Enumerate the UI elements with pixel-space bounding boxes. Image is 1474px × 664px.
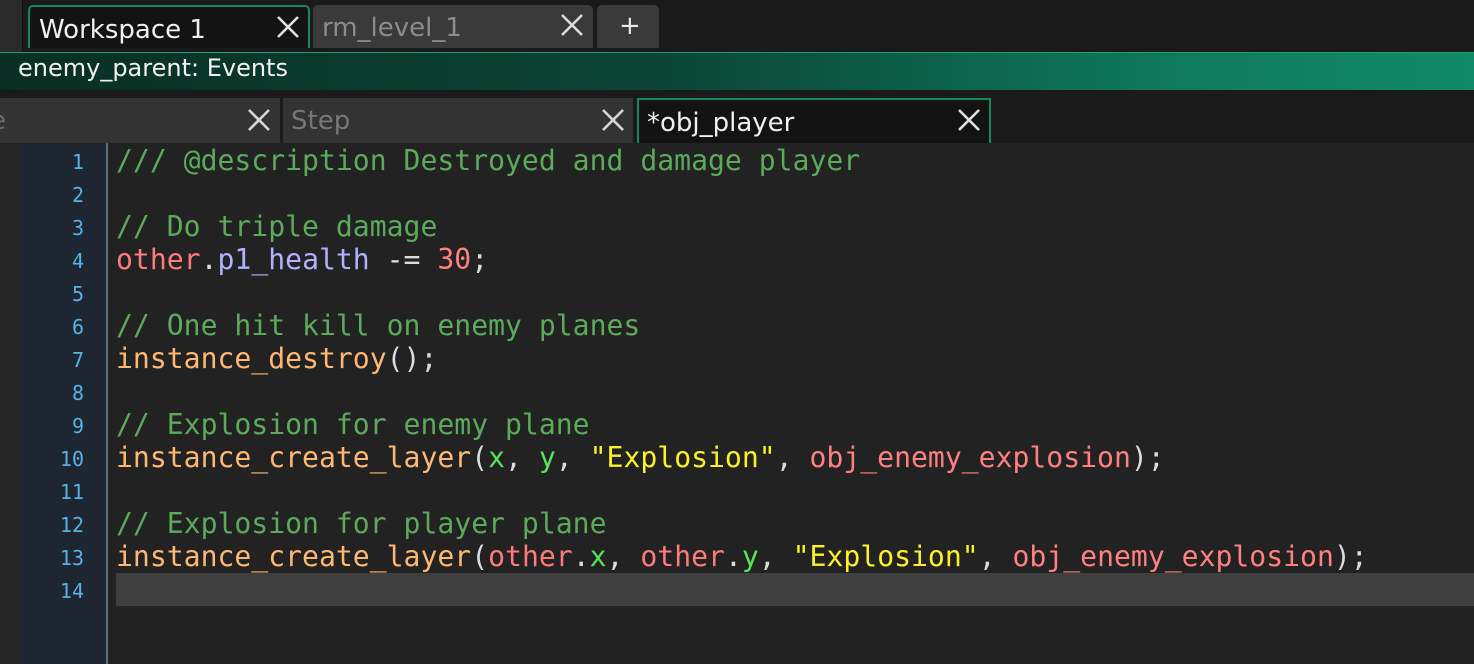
tab-event-partial[interactable]: e <box>0 98 280 143</box>
tab-label: e <box>0 106 6 136</box>
tab-label: *obj_player <box>647 108 795 138</box>
code-token-builtin: y <box>538 441 556 474</box>
code-token-func: instance_create_layer <box>116 441 472 474</box>
editor-left-margin <box>0 143 18 664</box>
close-icon[interactable] <box>559 12 585 38</box>
gutter-divider <box>106 143 108 664</box>
line-number: 8 <box>71 381 84 405</box>
current-line-highlight <box>116 573 1474 606</box>
close-icon[interactable] <box>275 14 301 40</box>
line-number: 11 <box>59 480 84 504</box>
code-token-op: ( <box>471 441 489 474</box>
code-token-builtin: y <box>741 540 759 573</box>
line-number: 4 <box>71 249 84 273</box>
code-token-op: , <box>978 540 1013 573</box>
code-token-string: "Explosion" <box>792 540 979 573</box>
code-token-comment: /// @description Destroyed and damage pl… <box>116 144 861 177</box>
code-line[interactable]: // One hit kill on enemy planes <box>116 309 640 342</box>
code-token-resource: obj_enemy_explosion <box>1012 540 1334 573</box>
code-line[interactable]: // Explosion for player plane <box>116 507 607 540</box>
code-token-string: "Explosion" <box>589 441 776 474</box>
tab-step[interactable]: Step <box>283 98 633 143</box>
code-token-op: , <box>758 540 793 573</box>
code-token-num: 30 <box>437 243 472 276</box>
line-number: 14 <box>59 579 84 603</box>
code-token-op: . <box>572 540 590 573</box>
line-number: 12 <box>59 513 84 537</box>
tab-obj-player[interactable]: *obj_player <box>637 98 991 143</box>
tab-label: rm_level_1 <box>322 13 462 43</box>
code-token-comment: // Explosion for enemy plane <box>116 408 590 441</box>
code-token-op: . <box>724 540 742 573</box>
tab-workspace-1[interactable]: Workspace 1 <box>28 5 310 48</box>
window-title: enemy_parent: Events <box>18 54 288 82</box>
code-token-comment: // Explosion for player plane <box>116 507 607 540</box>
gamemaker-ide: Workspace 1 rm_level_1 + enemy_parent: E… <box>0 0 1474 664</box>
line-number: 6 <box>71 315 84 339</box>
code-line[interactable]: /// @description Destroyed and damage pl… <box>116 144 860 177</box>
code-token-builtin: x <box>488 441 506 474</box>
event-tab-strip: e Step *obj_player <box>0 90 1474 143</box>
line-number: 2 <box>71 183 84 207</box>
code-line[interactable]: // Do triple damage <box>116 210 437 243</box>
tab-rm-level-1[interactable]: rm_level_1 <box>313 5 593 48</box>
close-icon[interactable] <box>600 107 626 133</box>
code-token-op: (); <box>386 342 438 375</box>
line-number: 5 <box>71 282 84 306</box>
workspace-tab-strip: Workspace 1 rm_level_1 + <box>0 0 1474 52</box>
code-token-comment: // One hit kill on enemy planes <box>116 309 641 342</box>
line-number: 3 <box>71 216 84 240</box>
add-workspace-button[interactable]: + <box>597 5 659 48</box>
close-icon[interactable] <box>956 107 982 133</box>
code-token-op: -= <box>369 243 438 276</box>
code-token-op: ); <box>1130 441 1165 474</box>
line-number: 10 <box>59 447 84 471</box>
close-icon[interactable] <box>246 107 272 133</box>
tab-label: Step <box>291 106 351 136</box>
code-line[interactable]: // Explosion for enemy plane <box>116 408 590 441</box>
code-token-op: ( <box>471 540 489 573</box>
code-token-keyword: other <box>640 540 725 573</box>
line-number: 1 <box>71 150 84 174</box>
plus-icon: + <box>619 11 641 41</box>
code-token-var: p1_health <box>217 243 370 276</box>
code-token-op: , <box>555 441 590 474</box>
line-number: 7 <box>71 348 84 372</box>
code-token-resource: obj_enemy_explosion <box>809 441 1131 474</box>
line-number: 9 <box>71 414 84 438</box>
code-token-op: , <box>775 441 810 474</box>
tab-label: Workspace 1 <box>39 15 206 45</box>
code-token-op: ; <box>471 243 489 276</box>
code-token-func: instance_create_layer <box>116 540 472 573</box>
code-token-keyword: other <box>116 243 201 276</box>
code-editor[interactable]: 1 /// @description Destroyed and damage p… <box>0 143 1474 664</box>
code-token-op: ); <box>1333 540 1368 573</box>
code-line[interactable]: instance_create_layer(x, y, "Explosion",… <box>116 441 1165 474</box>
side-panel-edge[interactable] <box>0 0 23 52</box>
object-events-header[interactable]: enemy_parent: Events <box>0 52 1474 90</box>
code-token-builtin: x <box>589 540 607 573</box>
code-token-comment: // Do triple damage <box>116 210 438 243</box>
code-line[interactable]: instance_create_layer(other.x, other.y, … <box>116 540 1368 573</box>
code-token-op: . <box>200 243 218 276</box>
code-line[interactable]: other.p1_health -= 30; <box>116 243 488 276</box>
code-token-op: , <box>606 540 641 573</box>
line-number: 13 <box>59 546 84 570</box>
code-token-op: , <box>505 441 539 474</box>
code-line[interactable]: instance_destroy(); <box>116 342 437 375</box>
code-token-keyword: other <box>488 540 573 573</box>
code-token-func: instance_destroy <box>116 342 387 375</box>
